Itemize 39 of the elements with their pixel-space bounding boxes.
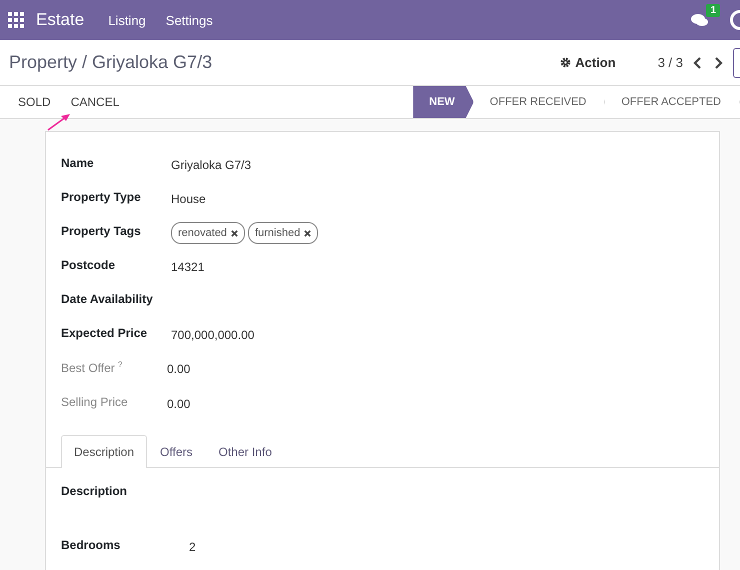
- menu-item[interactable]: Listing: [108, 12, 146, 28]
- field-label: Date Availability: [61, 291, 154, 308]
- notebook-tab[interactable]: Offers: [147, 435, 206, 468]
- previous-icon[interactable]: [693, 56, 703, 68]
- annotation-arrow: [46, 112, 72, 132]
- field-value: 0.00: [167, 361, 192, 378]
- remove-icon[interactable]: [304, 230, 312, 236]
- breadcrumb: Property / Griyaloka G7/3: [9, 52, 212, 73]
- help-mark[interactable]: ?: [118, 360, 122, 369]
- field-value: 2: [189, 539, 197, 556]
- field-label: Bedrooms: [61, 537, 122, 554]
- field-value: House: [171, 191, 207, 208]
- field-label: Name: [61, 155, 95, 172]
- field-label: Expected Price: [61, 325, 148, 342]
- menu-item[interactable]: Settings: [166, 12, 213, 28]
- notification-badge: 1: [706, 4, 720, 17]
- field-label: Postcode: [61, 257, 116, 274]
- notebook-tab[interactable]: Other Info: [206, 435, 285, 468]
- gear-icon: [560, 57, 572, 68]
- notebook-tab[interactable]: Description: [61, 435, 148, 468]
- field-label: Property Tags: [61, 223, 142, 240]
- status-stage[interactable]: NEW: [413, 86, 474, 118]
- action-menu[interactable]: Action: [560, 55, 616, 70]
- apps-grid-icon[interactable]: [8, 12, 24, 28]
- header-button[interactable]: SOLD: [8, 95, 61, 109]
- field-value: 14321: [171, 259, 206, 276]
- pager-counter: 3 / 3: [658, 55, 683, 70]
- field-value: 700,000,000.00: [171, 327, 256, 344]
- field-value: Griyaloka G7/3: [171, 157, 252, 174]
- section-title: Description: [60, 483, 128, 498]
- chat-icon[interactable]: [691, 13, 708, 27]
- remove-icon[interactable]: [230, 230, 238, 236]
- header-button[interactable]: CANCEL: [60, 95, 130, 109]
- field-value: 0.00: [167, 396, 192, 413]
- tag-chip[interactable]: furnished: [248, 222, 318, 244]
- field-label: Property Type: [61, 189, 142, 206]
- tag-chip[interactable]: renovated: [171, 222, 245, 244]
- app-title[interactable]: Estate: [36, 10, 84, 30]
- next-icon[interactable]: [713, 56, 723, 68]
